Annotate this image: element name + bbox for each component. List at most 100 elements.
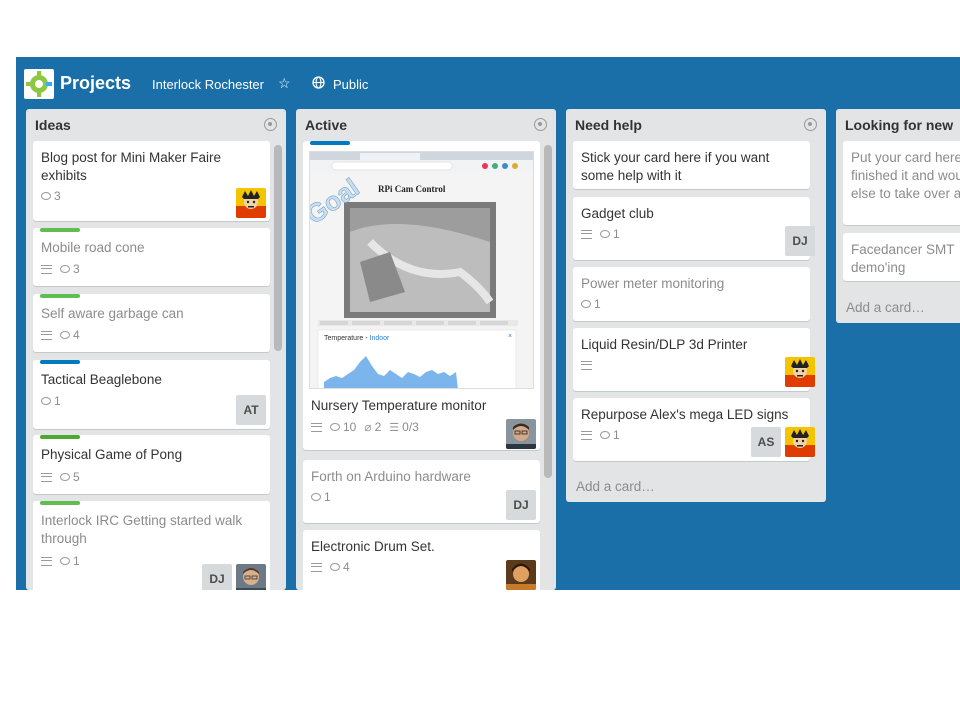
comment-count: 1 bbox=[73, 554, 80, 568]
comment-count: 1 bbox=[54, 394, 61, 408]
description-icon bbox=[311, 422, 322, 432]
comment-badge: 4 bbox=[60, 328, 80, 342]
board-title[interactable]: Projects bbox=[60, 73, 131, 94]
card-label bbox=[40, 360, 80, 364]
card[interactable]: Power meter monitoring 1 bbox=[573, 267, 810, 321]
card[interactable]: Put your card here when you've finished … bbox=[843, 141, 960, 225]
card-title: Tactical Beaglebone bbox=[41, 372, 162, 387]
member-initials[interactable]: AS bbox=[751, 427, 781, 457]
card-title: Electronic Drum Set. bbox=[311, 539, 435, 554]
description-icon bbox=[581, 430, 592, 440]
avatar[interactable] bbox=[236, 564, 266, 590]
board: Projects Interlock Rochester ☆ Public Id… bbox=[16, 57, 960, 590]
list-title[interactable]: Need help bbox=[575, 117, 642, 133]
member-initials[interactable]: DJ bbox=[506, 490, 536, 520]
comment-count: 1 bbox=[594, 297, 601, 311]
comment-icon bbox=[600, 431, 610, 439]
comment-count: 3 bbox=[54, 189, 61, 203]
comment-badge: 1 bbox=[581, 297, 601, 311]
list-menu-icon[interactable] bbox=[264, 118, 277, 131]
card[interactable]: RPi Cam Control Temperature - Indoor × G… bbox=[303, 141, 540, 450]
scrollbar[interactable] bbox=[544, 145, 552, 478]
comment-count: 1 bbox=[613, 227, 620, 241]
globe-icon[interactable] bbox=[312, 76, 325, 89]
visibility-button[interactable]: Public bbox=[333, 77, 368, 92]
list-ideas: Ideas Blog post for Mini Maker Faire exh… bbox=[26, 109, 286, 590]
card-title: Self aware garbage can bbox=[41, 306, 184, 321]
list-header: Active bbox=[296, 109, 556, 137]
comment-icon bbox=[330, 423, 340, 431]
comment-badge: 1 bbox=[41, 394, 61, 408]
avatar[interactable] bbox=[785, 427, 815, 457]
card-badges: 1 bbox=[41, 554, 80, 568]
svg-text:×: × bbox=[508, 333, 512, 340]
card[interactable]: Mobile road cone 3 bbox=[33, 228, 270, 286]
org-name-link[interactable]: Interlock Rochester bbox=[152, 77, 264, 92]
card-title: Mobile road cone bbox=[41, 240, 145, 255]
add-card-button[interactable]: Add a card… bbox=[576, 479, 655, 494]
comment-icon bbox=[330, 563, 340, 571]
checklist-count: 0/3 bbox=[402, 420, 419, 434]
list-title[interactable]: Ideas bbox=[35, 117, 71, 133]
card[interactable]: Stick your card here if you want some he… bbox=[573, 141, 810, 189]
card[interactable]: Blog post for Mini Maker Faire exhibits … bbox=[33, 141, 270, 221]
comment-icon bbox=[60, 557, 70, 565]
avatar[interactable] bbox=[506, 560, 536, 590]
member-initials[interactable]: DJ bbox=[785, 226, 815, 256]
comment-badge: 1 bbox=[600, 428, 620, 442]
list-title[interactable]: Active bbox=[305, 117, 347, 133]
avatar[interactable] bbox=[785, 357, 815, 387]
card[interactable]: Tactical Beaglebone 1 AT bbox=[33, 360, 270, 429]
member-initials[interactable]: DJ bbox=[202, 564, 232, 590]
description-icon bbox=[41, 556, 52, 566]
add-card-button[interactable]: Add a card… bbox=[846, 300, 925, 315]
comment-badge: 3 bbox=[60, 262, 80, 276]
list-need-help: Need help Stick your card here if you wa… bbox=[566, 109, 826, 502]
card[interactable]: Interlock IRC Getting started walk throu… bbox=[33, 501, 270, 590]
card-badges: 5 bbox=[41, 470, 80, 484]
card-cover-image[interactable]: RPi Cam Control Temperature - Indoor × G… bbox=[309, 151, 534, 389]
description-icon bbox=[41, 330, 52, 340]
list-menu-icon[interactable] bbox=[804, 118, 817, 131]
card-badges bbox=[581, 358, 592, 372]
description-icon bbox=[41, 264, 52, 274]
card[interactable]: Electronic Drum Set. 4 bbox=[303, 530, 540, 590]
comment-count: 4 bbox=[73, 328, 80, 342]
list-title[interactable]: Looking for new bbox=[845, 117, 953, 133]
card[interactable]: Physical Game of Pong 5 bbox=[33, 435, 270, 494]
card[interactable]: Liquid Resin/DLP 3d Printer bbox=[573, 328, 815, 391]
avatar[interactable] bbox=[236, 188, 266, 218]
comment-badge: 1 bbox=[311, 490, 331, 504]
description-icon bbox=[581, 229, 592, 239]
attachment-badge: ⌀ 2 bbox=[364, 420, 381, 434]
avatar[interactable] bbox=[506, 419, 536, 449]
card[interactable]: Repurpose Alex's mega LED signs 1 AS bbox=[573, 398, 815, 461]
cover-chart-label: Temperature - Indoor bbox=[324, 335, 390, 342]
card-label bbox=[310, 141, 350, 145]
comment-icon bbox=[600, 230, 610, 238]
card-badges: 3 bbox=[41, 189, 61, 203]
card[interactable]: Facedancer SMT demo'ing bbox=[843, 233, 960, 281]
card-label bbox=[40, 501, 80, 505]
card-title: Liquid Resin/DLP 3d Printer bbox=[581, 337, 748, 352]
card[interactable]: Forth on Arduino hardware 1 DJ bbox=[303, 460, 540, 523]
card-title: Facedancer SMT demo'ing bbox=[851, 242, 955, 275]
card-badges: 1 bbox=[41, 394, 61, 408]
checklist-badge: ☰ 0/3 bbox=[389, 420, 419, 434]
comment-badge: 1 bbox=[600, 227, 620, 241]
card[interactable]: Self aware garbage can 4 bbox=[33, 294, 270, 352]
list-header: Need help bbox=[566, 109, 826, 137]
member-initials[interactable]: AT bbox=[236, 395, 266, 425]
card[interactable]: Gadget club 1 DJ bbox=[573, 197, 815, 260]
card-title: Forth on Arduino hardware bbox=[311, 469, 471, 484]
card-badges: 4 bbox=[311, 560, 350, 574]
scrollbar[interactable] bbox=[274, 145, 282, 351]
list-menu-icon[interactable] bbox=[534, 118, 547, 131]
card-title: Power meter monitoring bbox=[581, 276, 725, 291]
list-active: Active RPi Cam Control Temperature - Ind… bbox=[296, 109, 556, 590]
card-label bbox=[40, 294, 80, 298]
star-icon[interactable]: ☆ bbox=[278, 75, 291, 92]
logo-icon[interactable] bbox=[24, 69, 54, 99]
card-badges: 10 ⌀ 2 ☰ 0/3 bbox=[311, 420, 419, 434]
description-icon bbox=[311, 562, 322, 572]
